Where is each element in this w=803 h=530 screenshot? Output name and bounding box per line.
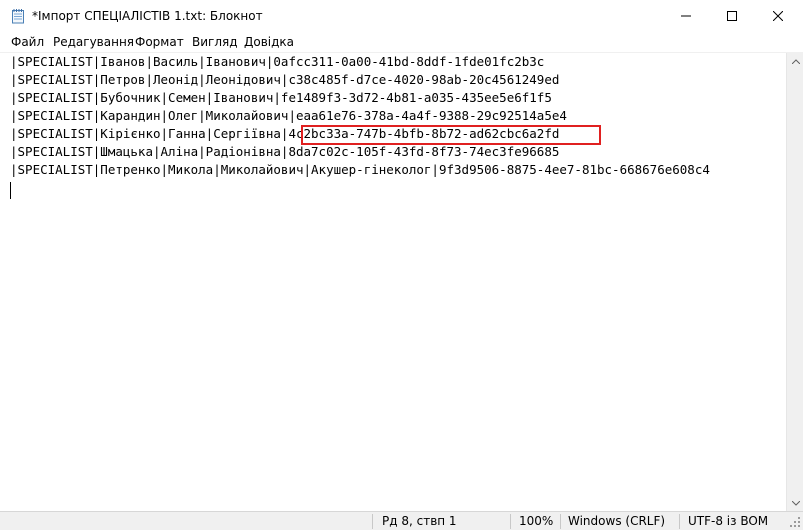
menu-format[interactable]: Формат	[135, 35, 184, 49]
minimize-button[interactable]	[663, 0, 709, 32]
chevron-down-icon	[791, 501, 800, 506]
line-ending: Windows (CRLF)	[568, 514, 666, 528]
vertical-scrollbar[interactable]	[786, 53, 803, 512]
status-divider	[372, 514, 373, 529]
menu-help[interactable]: Довідка	[244, 35, 294, 49]
menu-file[interactable]: Файл	[11, 35, 44, 49]
title-bar[interactable]: *Імпорт СПЕЦІАЛІСТІВ 1.txt: Блокнот	[0, 0, 803, 32]
zoom-level: 100%	[519, 514, 554, 528]
maximize-button[interactable]	[709, 0, 755, 32]
encoding: UTF-8 із BOM	[688, 514, 769, 528]
menu-bar: Файл Редагування Формат Вигляд Довідка	[0, 32, 803, 52]
status-bar: Рд 8, ствп 1 100% Windows (CRLF) UTF-8 і…	[0, 511, 803, 530]
cursor-position: Рд 8, ствп 1	[382, 514, 457, 528]
status-divider	[560, 514, 561, 529]
minimize-icon	[681, 15, 691, 17]
scroll-up-button[interactable]	[787, 53, 803, 70]
text-line-7[interactable]: |SPECIALIST|Петренко|Микола|Миколайович|…	[10, 161, 710, 179]
status-divider	[510, 514, 511, 529]
maximize-icon	[727, 11, 737, 21]
text-caret	[10, 182, 11, 199]
status-divider	[679, 514, 680, 529]
close-button[interactable]	[755, 0, 801, 32]
text-line-4[interactable]: |SPECIALIST|Карандин|Олег|Миколайович|ea…	[10, 107, 567, 125]
resize-grip-icon[interactable]	[789, 516, 801, 528]
editor[interactable]: |SPECIALIST|Іванов|Василь|Іванович|0afcc…	[0, 52, 803, 512]
chevron-up-icon	[791, 59, 800, 64]
text-line-2[interactable]: |SPECIALIST|Петров|Леонід|Леонідович|c38…	[10, 71, 559, 89]
text-line-3[interactable]: |SPECIALIST|Бубочник|Семен|Іванович|fe14…	[10, 89, 552, 107]
text-area[interactable]: |SPECIALIST|Іванов|Василь|Іванович|0afcc…	[0, 53, 786, 512]
window-title: *Імпорт СПЕЦІАЛІСТІВ 1.txt: Блокнот	[32, 9, 263, 23]
menu-edit[interactable]: Редагування	[53, 35, 134, 49]
scroll-down-button[interactable]	[787, 495, 803, 512]
text-line-1[interactable]: |SPECIALIST|Іванов|Василь|Іванович|0afcc…	[10, 53, 544, 71]
highlight-box	[301, 125, 601, 145]
close-icon	[773, 11, 783, 21]
text-line-6[interactable]: |SPECIALIST|Шмацька|Аліна|Радіонівна|8da…	[10, 143, 559, 161]
menu-view[interactable]: Вигляд	[192, 35, 238, 49]
notepad-icon	[10, 8, 26, 24]
